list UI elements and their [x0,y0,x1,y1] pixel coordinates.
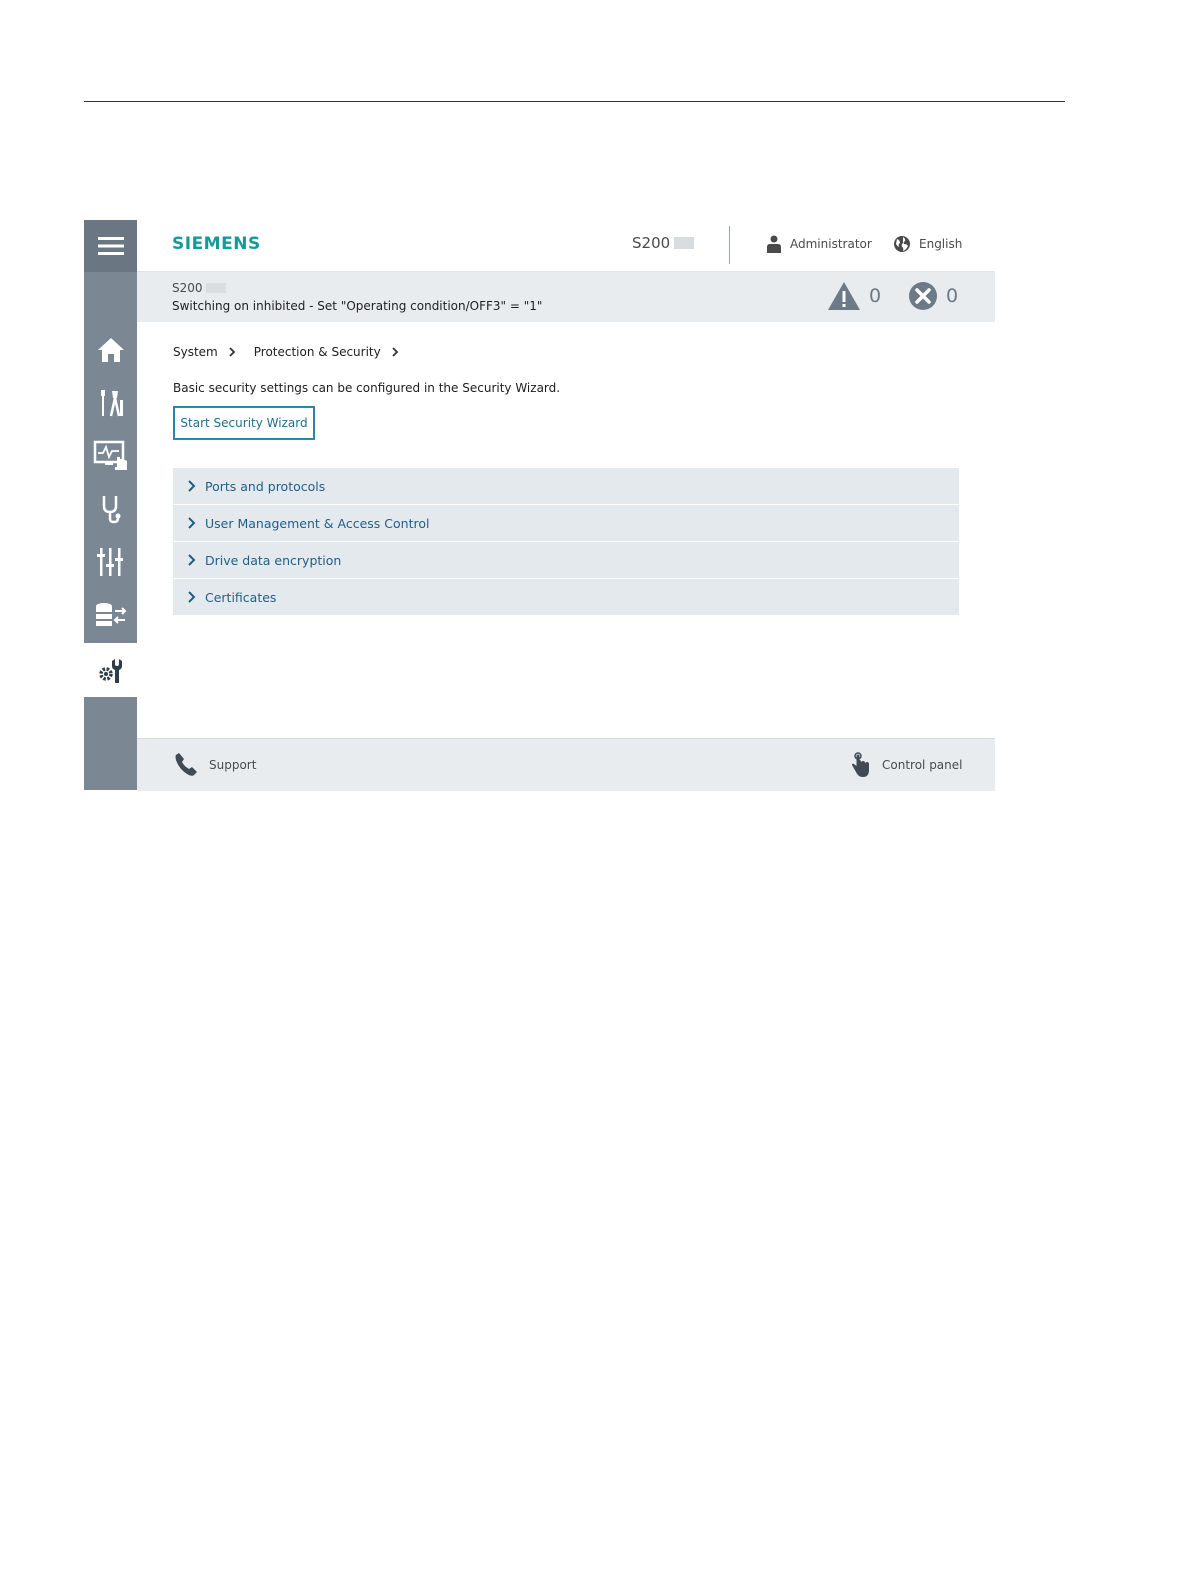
sidebar-item-diagnostics[interactable] [84,482,137,536]
security-sections-accordion: Ports and protocols User Management & Ac… [173,468,959,616]
database-transfer-icon [95,603,126,626]
header-device-name: S200 [632,234,695,252]
status-device-name: S200 [172,281,226,295]
monitor-touch-icon [93,440,127,470]
sliders-icon [96,548,123,576]
error-indicator[interactable]: 0 [908,281,958,311]
breadcrumb: System Protection & Security [173,345,399,359]
error-count: 0 [946,285,959,307]
warning-count: 0 [869,285,882,307]
hand-pointer-icon [852,752,869,777]
control-panel-link[interactable]: Control panel [850,752,962,778]
header-divider [729,226,730,264]
sidebar-item-tools[interactable] [84,376,137,430]
support-link[interactable]: Support [173,752,256,778]
chevron-right-icon [392,347,399,357]
top-header: SIEMENS S200 Administrator English [137,220,995,272]
section-ports-and-protocols[interactable]: Ports and protocols [173,468,959,504]
error-icon [909,282,937,310]
footer-bar: Support Control panel [137,738,995,791]
sidebar-item-monitor[interactable] [84,429,137,483]
status-bar: S200 Switching on inhibited - Set "Opera… [137,272,995,322]
breadcrumb-system[interactable]: System [173,345,218,359]
tools-icon [100,390,123,417]
stethoscope-icon [102,496,120,524]
sidebar [84,220,137,790]
warning-icon [828,282,860,310]
user-icon [767,235,781,253]
chevron-right-icon [187,480,195,492]
sidebar-item-parameters[interactable] [84,535,137,589]
breadcrumb-protection-security[interactable]: Protection & Security [254,345,381,359]
phone-icon [175,753,197,776]
siemens-logo: SIEMENS [172,234,261,254]
app-window: SIEMENS S200 Administrator English S200 [84,220,995,791]
redacted-block [205,283,226,293]
sidebar-item-home[interactable] [84,323,137,377]
chevron-right-icon [229,347,236,357]
chevron-right-icon [187,554,195,566]
globe-icon [894,236,910,252]
chevron-right-icon [187,591,195,603]
sidebar-item-system[interactable] [84,643,137,697]
redacted-block [674,237,695,249]
page-header-rule [84,101,1065,102]
start-security-wizard-button[interactable]: Start Security Wizard [173,406,315,440]
section-certificates[interactable]: Certificates [173,579,959,615]
intro-text: Basic security settings can be configure… [173,381,561,395]
home-icon [97,338,124,362]
hamburger-icon [97,237,124,255]
section-user-management[interactable]: User Management & Access Control [173,505,959,541]
menu-button[interactable] [84,220,137,272]
chevron-right-icon [187,517,195,529]
section-drive-data-encryption[interactable]: Drive data encryption [173,542,959,578]
sidebar-item-backup[interactable] [84,588,137,642]
gear-wrench-icon [98,659,122,683]
user-menu[interactable]: Administrator [767,235,872,253]
language-selector[interactable]: English [893,235,962,253]
status-message: Switching on inhibited - Set "Operating … [172,299,543,313]
warning-indicator[interactable]: 0 [827,281,881,311]
